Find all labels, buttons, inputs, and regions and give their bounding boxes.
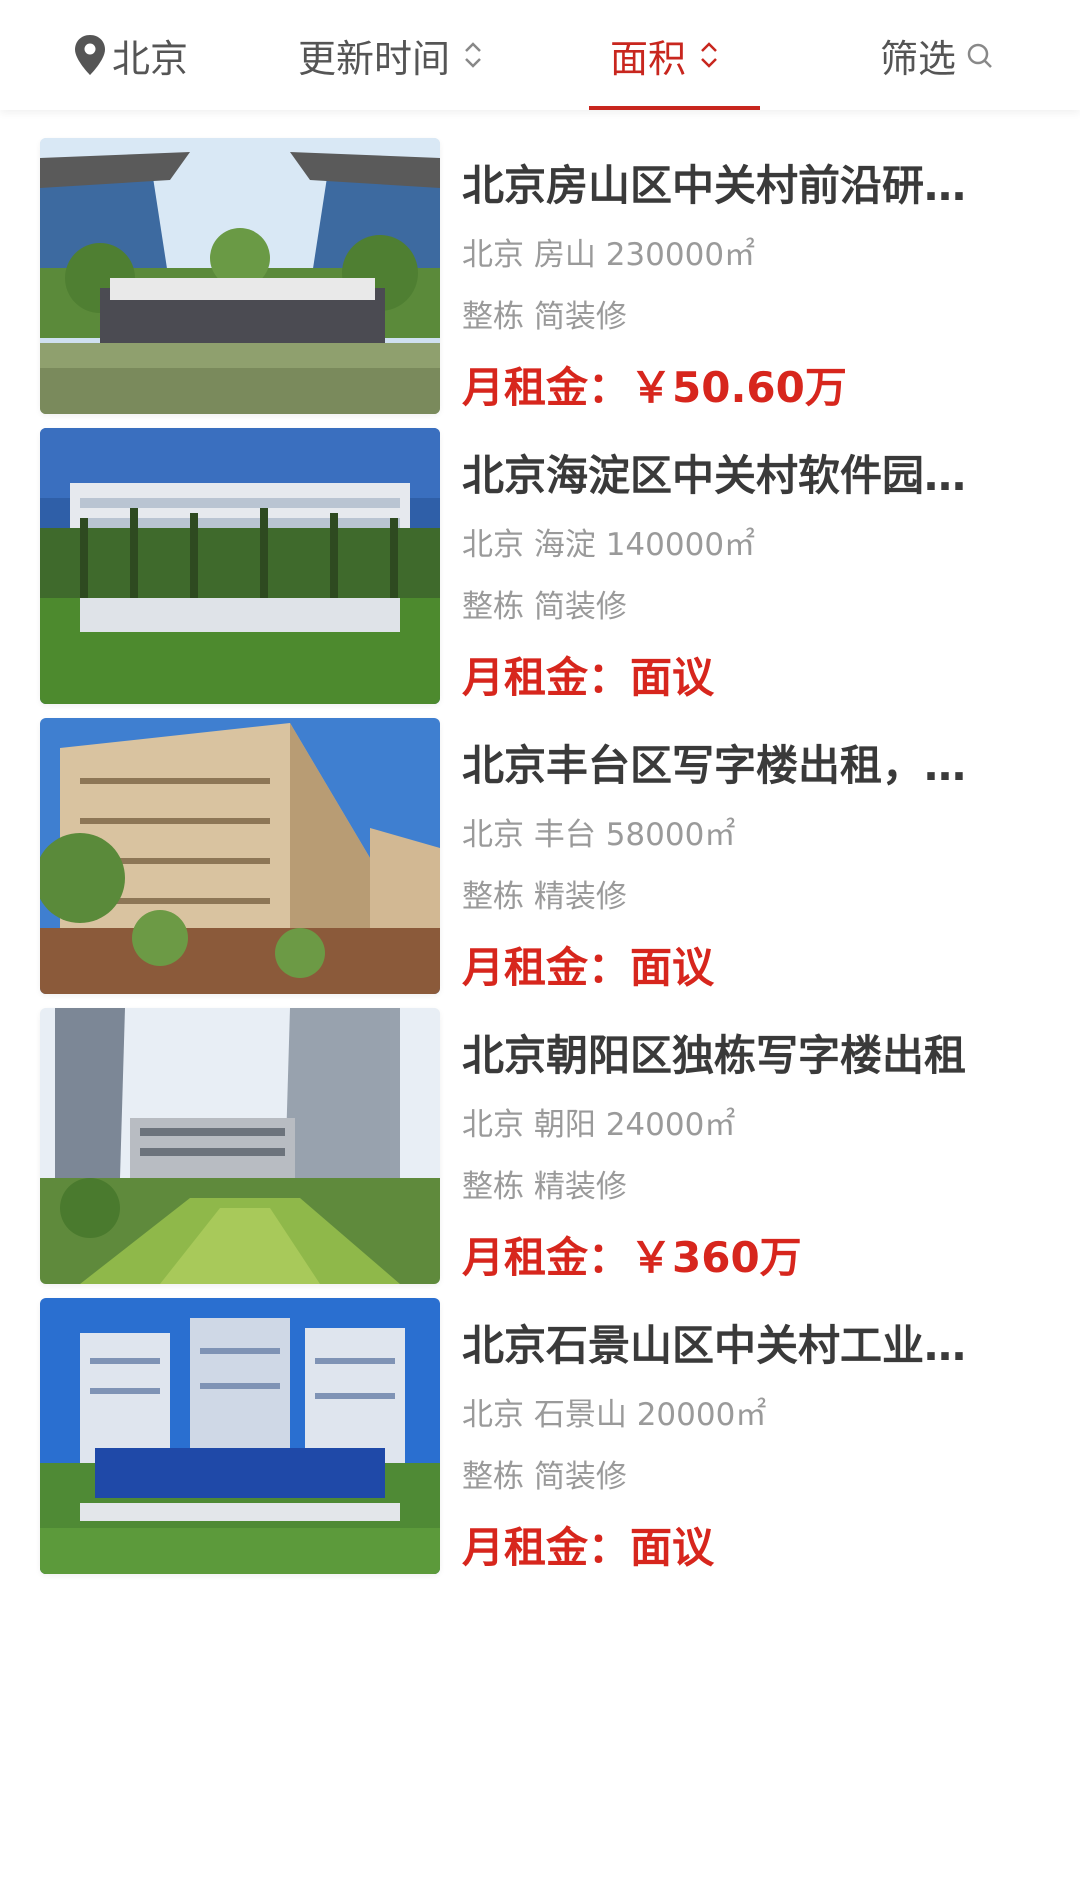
listing-decoration: 整栋 精装修 [462, 1169, 627, 1205]
listing-price: 月租金：￥50.60万 [462, 363, 847, 412]
listing-location-area: 北京 房山 230000㎡ [462, 237, 756, 273]
listing-card[interactable]: 北京石景山区中关村工业互联网产业园 北京 石景山 20000㎡ 整栋 简装修 月… [0, 1298, 1080, 1588]
city-selector[interactable]: 北京 [72, 0, 188, 110]
listing-price: 月租金：面议 [462, 1523, 715, 1572]
listing-thumbnail[interactable] [40, 1008, 440, 1284]
listing-price: 月租金：面议 [462, 943, 715, 992]
sort-area[interactable]: 面积 [610, 0, 720, 110]
listing-thumbnail[interactable] [40, 718, 440, 994]
listing-price: 月租金：面议 [462, 653, 715, 702]
listing-title[interactable]: 北京朝阳区独栋写字楼出租 [462, 1028, 1007, 1084]
listing-title[interactable]: 北京石景山区中关村工业互联网产业园 [462, 1318, 1007, 1374]
listing-decoration: 整栋 简装修 [462, 1459, 627, 1495]
building-photo [40, 718, 440, 994]
listing-card[interactable]: 北京丰台区写字楼出租，整栋 北京 丰台 58000㎡ 整栋 精装修 月租金：面议 [0, 718, 1080, 1008]
filter-label: 筛选 [880, 36, 957, 81]
listing-card[interactable]: 北京海淀区中关村软件园整栋出租 北京 海淀 140000㎡ 整栋 简装修 月租金… [0, 428, 1080, 718]
listing-decoration: 整栋 简装修 [462, 299, 627, 335]
building-photo [40, 1008, 440, 1284]
sort-update-time[interactable]: 更新时间 [298, 0, 484, 110]
listing-thumbnail[interactable] [40, 1298, 440, 1574]
listing-thumbnail[interactable] [40, 138, 440, 414]
building-photo [40, 138, 440, 414]
listing-price: 月租金：￥360万 [462, 1233, 802, 1282]
city-label: 北京 [112, 36, 189, 81]
listing-title[interactable]: 北京房山区中关村前沿研究院整栋出租 [462, 158, 1007, 214]
listing-decoration: 整栋 精装修 [462, 879, 627, 915]
active-tab-underline [589, 106, 760, 110]
page: 北京 更新时间 面积 筛选 北京房山区中关村前沿研究院 北京 房山 230000… [0, 0, 1080, 1883]
filter-bar: 北京 更新时间 面积 筛选 [0, 0, 1080, 110]
listing-card[interactable]: 北京房山区中关村前沿研究院整栋出租 北京 房山 230000㎡ 整栋 简装修 月… [0, 138, 1080, 428]
listing-location-area: 北京 朝阳 24000㎡ [462, 1107, 736, 1143]
building-photo [40, 1298, 440, 1574]
listing-location-area: 北京 石景山 20000㎡ [462, 1397, 767, 1433]
listing-location-area: 北京 海淀 140000㎡ [462, 527, 756, 563]
listing-title[interactable]: 北京丰台区写字楼出租，整栋 [462, 738, 1007, 794]
listing-thumbnail[interactable] [40, 428, 440, 704]
area-label: 面积 [610, 36, 687, 81]
sort-arrows-icon [701, 42, 717, 68]
search-icon [967, 43, 992, 68]
update-time-label: 更新时间 [298, 36, 451, 81]
location-pin-icon [75, 35, 105, 75]
building-photo [40, 428, 440, 704]
listing-location-area: 北京 丰台 58000㎡ [462, 817, 736, 853]
listing-card[interactable]: 北京朝阳区独栋写字楼出租 北京 朝阳 24000㎡ 整栋 精装修 月租金：￥36… [0, 1008, 1080, 1298]
listing-title[interactable]: 北京海淀区中关村软件园整栋出租 [462, 448, 1007, 504]
sort-arrows-icon [465, 42, 481, 68]
filter-button[interactable]: 筛选 [880, 0, 994, 110]
listing-decoration: 整栋 简装修 [462, 589, 627, 625]
